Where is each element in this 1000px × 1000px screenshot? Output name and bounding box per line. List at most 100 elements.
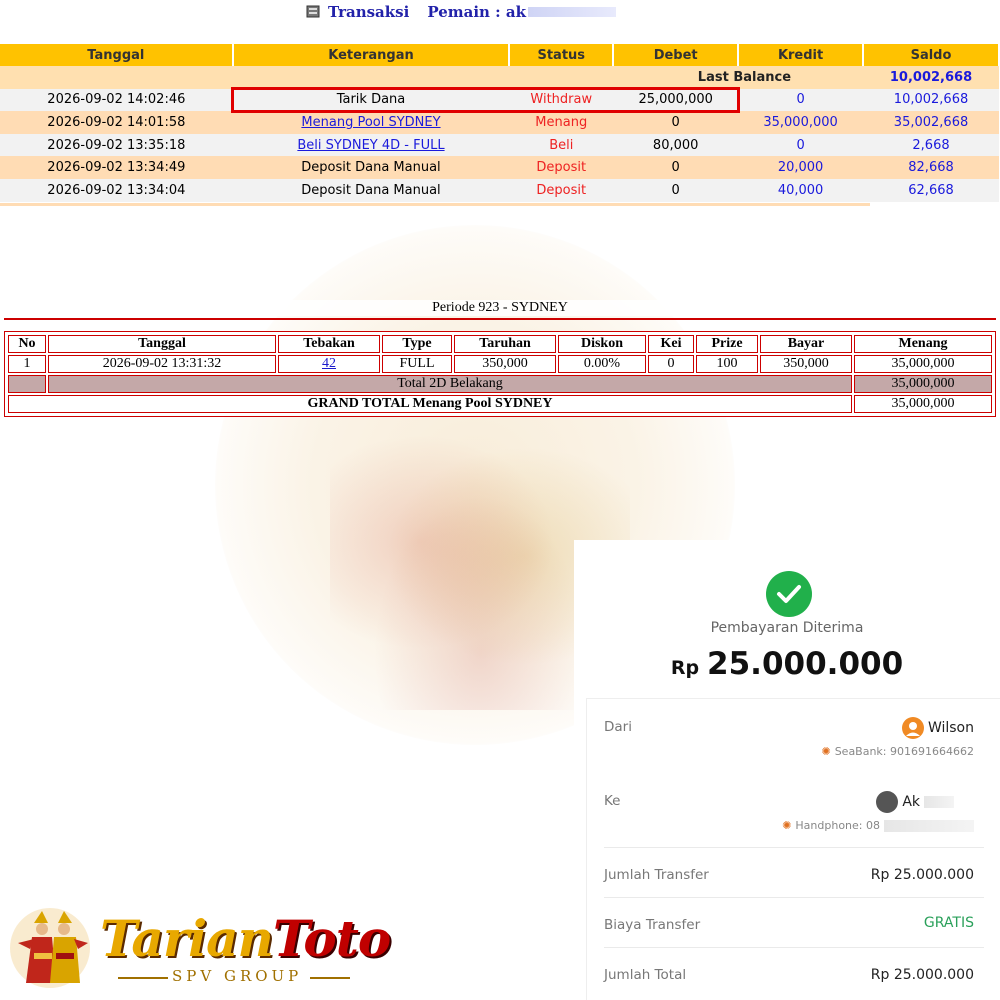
pool-type: FULL [382, 355, 452, 373]
row-debet: 0 [613, 156, 739, 179]
pool-col-kei: Kei [648, 335, 694, 353]
row-kredit: 35,000,000 [738, 111, 864, 134]
col-status: Status [509, 44, 615, 66]
pool-menang: 35,000,000 [854, 355, 992, 373]
pool-tanggal: 2026-09-02 13:31:32 [48, 355, 276, 373]
periode-title: Periode 923 - SYDNEY [0, 300, 1000, 316]
phone-icon: ✺ [782, 819, 792, 832]
last-balance-row: Last Balance 10,002,668 [0, 66, 999, 89]
row-keterangan-link[interactable]: Menang Pool SYDNEY [301, 115, 440, 130]
row-keterangan: Beli SYDNEY 4D - FULL [232, 133, 510, 157]
pool-subtotal-row: Total 2D Belakang 35,000,000 [8, 375, 992, 393]
page-title: Transaksi Pemain : ak [306, 2, 617, 22]
logo-wordmark: TarianToto [100, 909, 391, 968]
logo-sub-line-left [118, 977, 168, 979]
transaction-row: 2026-09-02 14:01:58 Menang Pool SYDNEY Men… [0, 111, 999, 134]
pool-subtotal-label: Total 2D Belakang [48, 375, 852, 393]
row-status: Menang [509, 111, 614, 134]
success-check-icon [766, 571, 812, 617]
logo-sub-line-right [310, 977, 350, 979]
row-kredit: 0 [738, 88, 864, 112]
to-account: Ak [876, 791, 954, 813]
biaya-transfer-value: GRATIS [923, 915, 974, 931]
pool-grand-total-label: GRAND TOTAL Menang Pool SYDNEY [8, 395, 852, 413]
player-label: Pemain : ak [427, 3, 527, 21]
pool-diskon: 0.00% [558, 355, 646, 373]
transaction-table: Tanggal Keterangan Status Debet Kredit S… [0, 44, 1000, 202]
table-bottom-strip [0, 203, 870, 206]
last-balance-value: 10,002,668 [863, 66, 999, 89]
pool-grand-total-value: 35,000,000 [854, 395, 992, 413]
col-saldo: Saldo [863, 44, 1000, 66]
pool-taruhan: 350,000 [454, 355, 556, 373]
pool-no: 1 [8, 355, 46, 373]
row-saldo: 2,668 [863, 133, 999, 157]
redacted-player-name [528, 7, 617, 17]
from-bank: SeaBank: 901691664662 [834, 745, 974, 758]
row-status: Beli [509, 133, 614, 157]
row-kredit: 40,000 [738, 178, 864, 202]
pool-col-prize: Prize [696, 335, 758, 353]
row-tanggal: 2026-09-02 13:34:04 [0, 178, 233, 202]
row-tanggal: 2026-09-02 13:34:49 [0, 156, 233, 179]
pool-subtotal-empty [8, 375, 46, 393]
transaction-row: 2026-09-02 13:34:04 Deposit Dana Manual De… [0, 178, 999, 202]
to-avatar-icon [876, 791, 899, 813]
from-avatar-icon [901, 717, 924, 739]
brand-logo: TarianToto SPV GROUP [0, 895, 391, 1000]
biaya-transfer-label: Biaya Transfer [604, 917, 701, 933]
transaction-row: 2026-09-02 13:35:18 Beli SYDNEY 4D - FULL… [0, 133, 999, 157]
pool-col-taruhan: Taruhan [454, 335, 556, 353]
row-kredit: 20,000 [738, 156, 864, 179]
transaction-header-row: Tanggal Keterangan Status Debet Kredit S… [0, 44, 1000, 66]
pool-col-tebakan: Tebakan [278, 335, 380, 353]
row-saldo: 82,668 [863, 156, 999, 179]
row-debet: 0 [613, 111, 739, 134]
separator [604, 847, 984, 848]
receipt-title: Pembayaran Diterima [710, 620, 864, 636]
dancer-logo-icon [4, 903, 96, 993]
pool-kei: 0 [648, 355, 694, 373]
row-kredit: 0 [738, 133, 864, 157]
col-kredit: Kredit [738, 44, 865, 66]
row-debet: 80,000 [613, 133, 739, 157]
from-account: Wilson [901, 717, 974, 739]
jumlah-transfer-label: Jumlah Transfer [604, 867, 709, 883]
transaction-row: 2026-09-02 13:34:49 Deposit Dana Manual De… [0, 156, 999, 179]
row-tanggal: 2026-09-02 13:35:18 [0, 133, 233, 157]
receipt-amount-value: 25.000.000 [707, 646, 904, 682]
jumlah-transfer-value: Rp 25.000.000 [870, 867, 974, 883]
to-bank: Handphone: 08 [795, 819, 880, 832]
pool-table-wrapper: No Tanggal Tebakan Type Taruhan Diskon K… [4, 331, 996, 417]
pool-bet-row: 1 2026-09-02 13:31:32 42 FULL 350,000 0.… [8, 355, 992, 373]
pool-col-tanggal: Tanggal [48, 335, 276, 353]
pool-subtotal-value: 35,000,000 [854, 375, 992, 393]
row-saldo: 62,668 [863, 178, 999, 202]
from-name: Wilson [927, 720, 974, 736]
from-bank-info: ✺ SeaBank: 901691664662 [821, 745, 974, 758]
to-label: Ke [604, 793, 621, 809]
jumlah-total-label: Jumlah Total [604, 967, 687, 983]
page-title-text: Transaksi [328, 3, 410, 21]
pool-prize: 100 [696, 355, 758, 373]
col-debet: Debet [613, 44, 740, 66]
periode-divider [4, 318, 996, 320]
col-keterangan: Keterangan [232, 44, 511, 66]
seabank-icon: ✺ [821, 745, 831, 758]
pool-grand-total-row: GRAND TOTAL Menang Pool SYDNEY 35,000,00… [8, 395, 992, 413]
pool-tebakan-link[interactable]: 42 [322, 356, 336, 371]
logo-word-toto: Toto [272, 909, 391, 968]
pool-col-menang: Menang [854, 335, 992, 353]
row-tanggal: 2026-09-02 14:02:46 [0, 88, 233, 112]
row-saldo: 35,002,668 [863, 111, 999, 134]
document-icon [306, 5, 322, 19]
receipt-amount: Rp 25.000.000 [574, 646, 1000, 682]
logo-word-tarian: Tarian [100, 909, 274, 968]
from-label: Dari [604, 719, 632, 735]
pool-col-diskon: Diskon [558, 335, 646, 353]
pool-table: No Tanggal Tebakan Type Taruhan Diskon K… [6, 333, 994, 415]
row-saldo: 10,002,668 [863, 88, 999, 112]
row-keterangan-link[interactable]: Beli SYDNEY 4D - FULL [297, 138, 444, 153]
bank-receipt: Pembayaran Diterima Rp 25.000.000 Dari Wi… [574, 540, 1000, 1000]
pool-header-row: No Tanggal Tebakan Type Taruhan Diskon K… [8, 335, 992, 353]
